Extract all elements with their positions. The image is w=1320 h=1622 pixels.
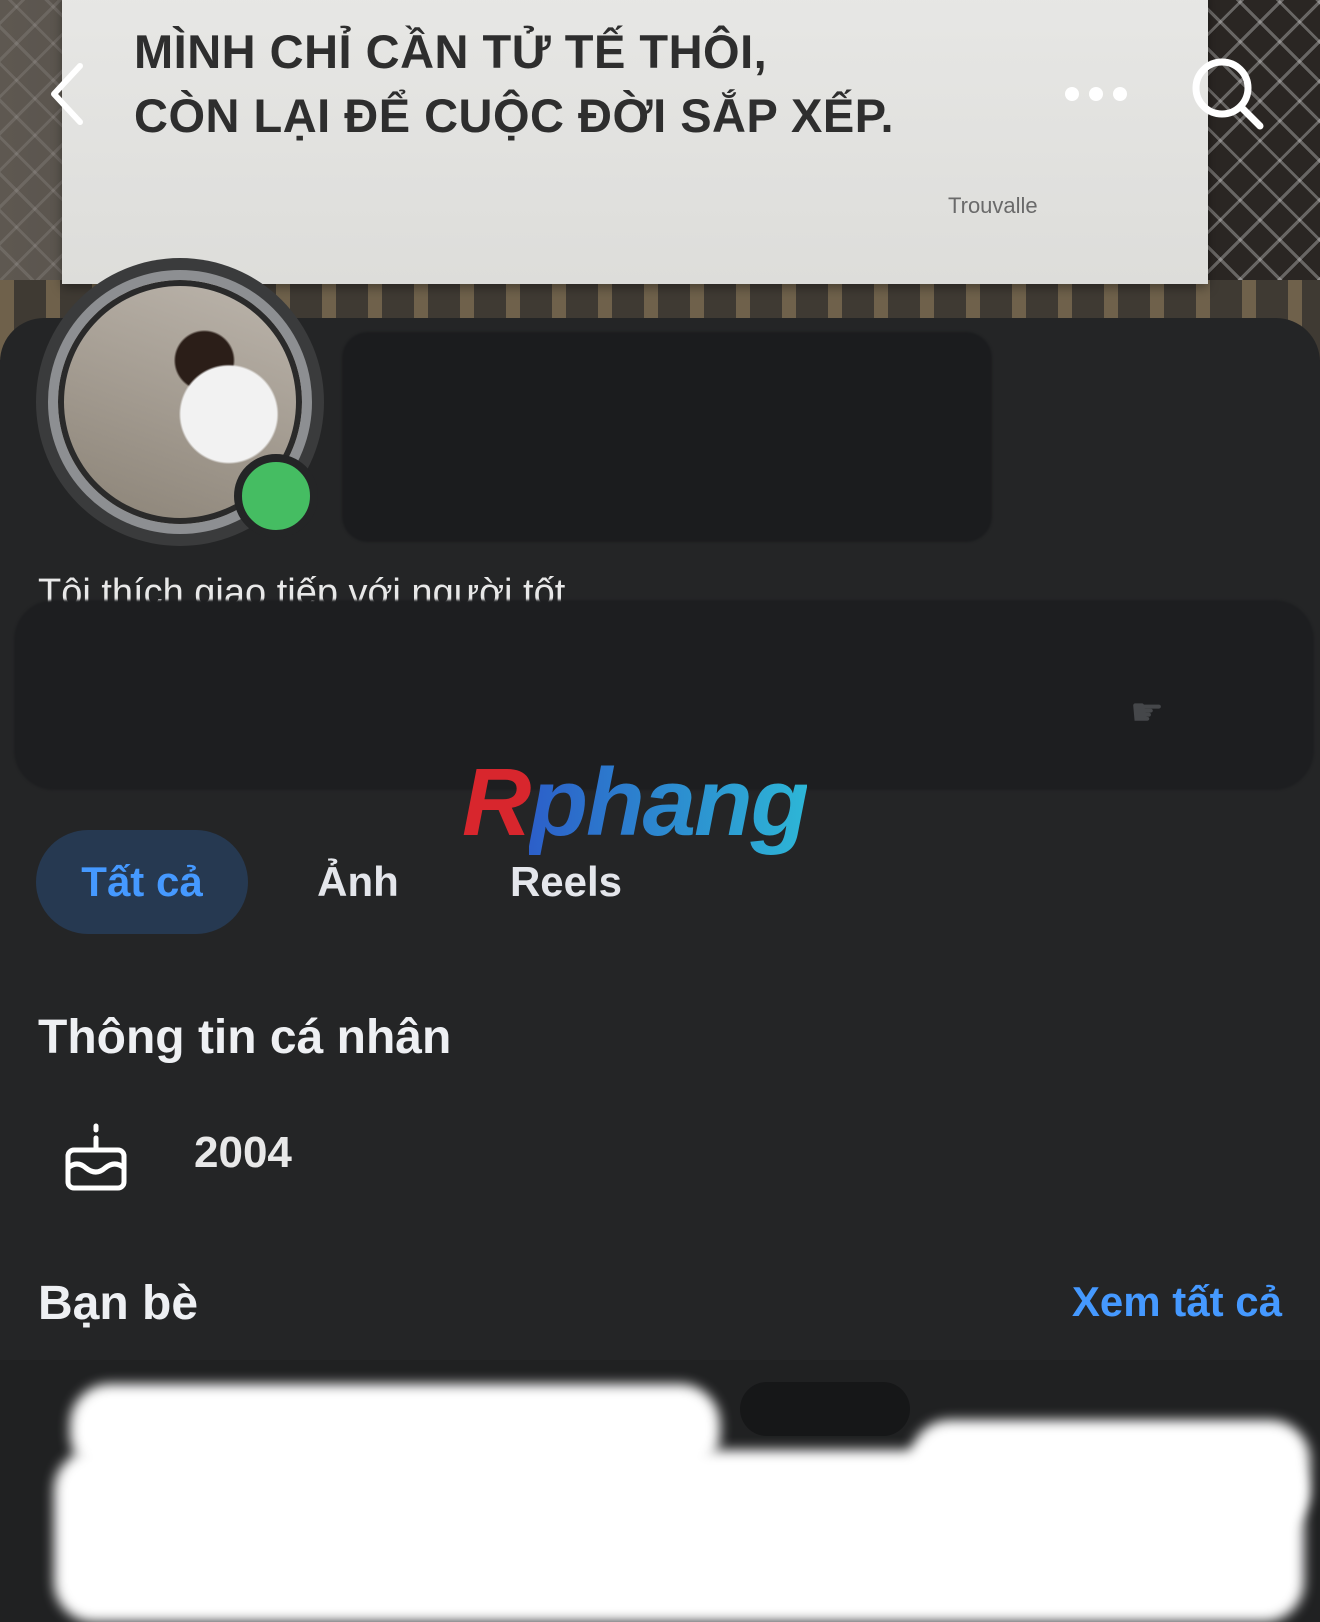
birth-year: 2004	[194, 1128, 292, 1177]
chevron-left-icon	[51, 63, 83, 125]
tab-photos[interactable]: Ảnh	[296, 830, 420, 934]
redacted-friends-2	[54, 1450, 1304, 1622]
pointing-hand-icon: ☛	[1130, 692, 1165, 734]
redacted-name	[342, 332, 992, 542]
online-status-dot	[234, 454, 318, 538]
back-button[interactable]	[44, 58, 96, 130]
search-icon	[1192, 58, 1264, 130]
more-horizontal-icon	[1065, 87, 1127, 101]
more-button[interactable]	[1060, 72, 1132, 116]
tab-reels[interactable]: Reels	[496, 830, 636, 934]
friend-avatar-redacted	[740, 1382, 910, 1436]
tab-all[interactable]: Tất cả	[36, 830, 248, 934]
friends-title: Bạn bè	[38, 1277, 199, 1330]
cover-banner: MÌNH CHỈ CẦN TỬ TẾ THÔI, CÒN LẠI ĐỂ CUỘC…	[62, 0, 1208, 284]
friends-see-all-link[interactable]: Xem tất cả	[1072, 1278, 1282, 1326]
birthday-cake-icon	[60, 1122, 132, 1194]
personal-info-title: Thông tin cá nhân	[38, 1011, 452, 1064]
banner-line-2: CÒN LẠI ĐỂ CUỘC ĐỜI SẮP XẾP.	[134, 89, 895, 142]
search-button[interactable]	[1188, 54, 1268, 134]
banner-brand: Trouvalle	[948, 193, 1038, 218]
banner-line-1: MÌNH CHỈ CẦN TỬ TẾ THÔI,	[134, 25, 768, 78]
